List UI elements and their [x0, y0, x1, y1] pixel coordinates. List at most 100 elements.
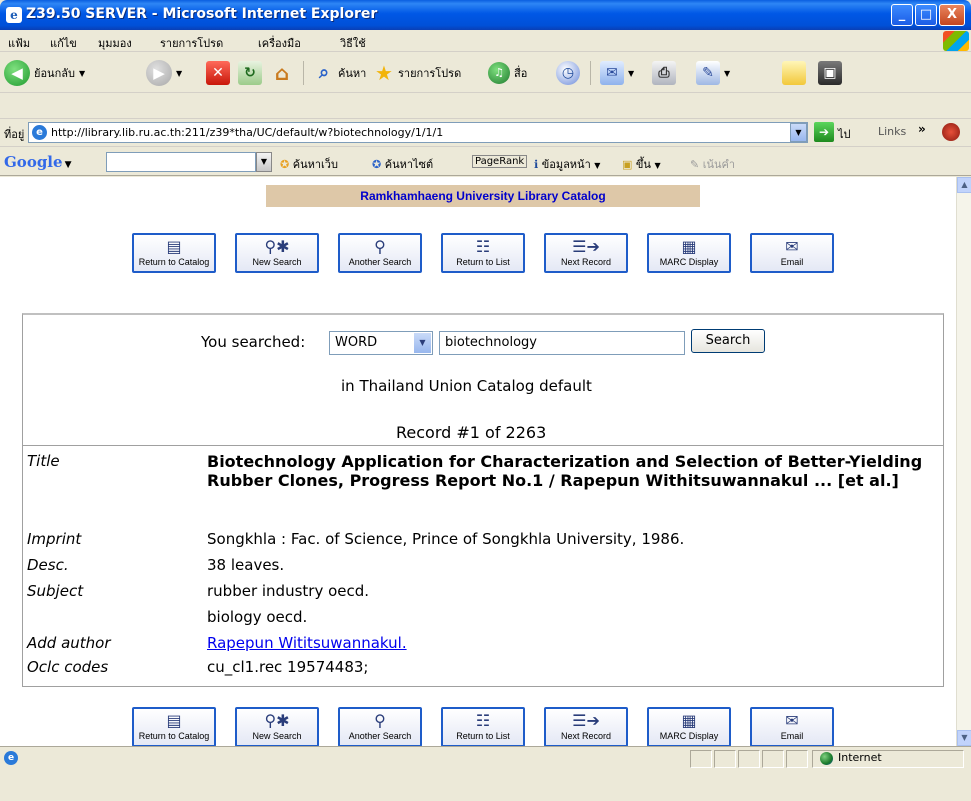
up-button[interactable]: ▣ ขึ้น ▼ [622, 155, 661, 173]
mail-button[interactable]: ✉ ▼ [600, 59, 634, 87]
forward-dropdown-icon[interactable]: ▼ [176, 69, 182, 78]
marc-display-icon: ▦ [681, 711, 697, 730]
back-button[interactable]: ◀ ย้อนกลับ ▼ [4, 59, 85, 87]
email-icon: ✉ [785, 711, 799, 730]
highlight-button[interactable]: ✎ เน้นคำ [690, 155, 735, 173]
home-button[interactable]: ⌂ [270, 59, 294, 87]
google-dropdown-icon[interactable]: ▼ [65, 160, 72, 170]
menu-help[interactable]: วิธีใช้ [340, 34, 366, 52]
addon-icon[interactable] [942, 123, 960, 141]
minimize-button[interactable]: _ [891, 4, 913, 26]
magnifier-icon: ⚲ [374, 711, 386, 730]
another-search-button[interactable]: ⚲ Another Search [338, 233, 422, 273]
address-dropdown-icon[interactable]: ▼ [790, 123, 807, 142]
zone-segment [812, 750, 964, 768]
go-label[interactable]: ไป [838, 125, 851, 143]
search-site-button[interactable]: ✪ ค้นหาไซต์ [372, 155, 433, 173]
status-segment [714, 750, 736, 768]
print-button[interactable]: ⎙ [652, 59, 676, 87]
links-label[interactable]: Links [878, 125, 906, 138]
page-info-button[interactable]: ℹ ข้อมูลหน้า ▼ [534, 155, 600, 173]
window-titlebar: e Z39.50 SERVER - Microsoft Internet Exp… [0, 0, 971, 30]
desc-label: Desc. [27, 556, 69, 574]
return-to-catalog-icon: ▤ [166, 711, 182, 730]
standard-toolbar: ◀ ย้อนกลับ ▼ ▶ ▼ ✕ ↻ ⌂ ⌕ ค้นหา ★ รายการโ… [0, 53, 971, 93]
status-segment [690, 750, 712, 768]
favorites-button[interactable]: ★ รายการโปรด [372, 59, 461, 87]
subject-value-1: rubber industry oecd. [207, 582, 370, 600]
forward-arrow-icon: ▶ [146, 60, 172, 86]
menu-tools[interactable]: เครื่องมือ [258, 34, 301, 52]
search-button[interactable]: ⌕ ค้นหา [312, 59, 366, 87]
return-to-list-icon: ☷ [475, 711, 491, 730]
search-web-icon: ✪ [280, 158, 290, 171]
google-input-dropdown-icon[interactable]: ▼ [256, 152, 272, 172]
next-record-button-bottom[interactable]: ☰➔ Next Record [544, 707, 628, 746]
status-segment [762, 750, 784, 768]
search-type-select[interactable]: WORD ▼ [329, 331, 433, 355]
author-link[interactable]: Rapepun Wititsuwannakul. [207, 634, 407, 653]
next-record-button[interactable]: ☰➔ Next Record [544, 233, 628, 273]
record-details: Title Biotechnology Application for Char… [23, 445, 943, 676]
next-record-icon: ☰➔ [572, 237, 600, 256]
mail-dropdown-icon[interactable]: ▼ [628, 69, 634, 78]
menu-edit[interactable]: แก้ไข [50, 34, 77, 52]
menu-file[interactable]: แฟ้ม [8, 34, 30, 52]
research-icon: ▣ [818, 61, 842, 85]
page-content: Ramkhamhaeng University Library Catalog … [0, 177, 956, 746]
new-search-button-bottom[interactable]: ⚲✱ New Search [235, 707, 319, 746]
google-search-input[interactable] [106, 152, 256, 172]
ie-app-icon: e [6, 7, 22, 23]
scroll-up-icon[interactable]: ▲ [957, 177, 971, 193]
email-button-bottom[interactable]: ✉ Email [750, 707, 834, 746]
close-button[interactable]: X [939, 4, 965, 26]
email-icon: ✉ [785, 237, 799, 256]
marc-display-button[interactable]: ▦ MARC Display [647, 233, 731, 273]
email-button[interactable]: ✉ Email [750, 233, 834, 273]
forward-button[interactable]: ▶ ▼ [146, 59, 182, 87]
edit-dropdown-icon[interactable]: ▼ [724, 69, 730, 78]
vertical-scrollbar[interactable]: ▲ ▼ [956, 177, 971, 746]
go-arrow-icon[interactable]: ➔ [814, 122, 834, 142]
mail-icon: ✉ [600, 61, 624, 85]
windows-logo-icon [943, 31, 969, 51]
return-to-catalog-icon: ▤ [166, 237, 182, 256]
marc-display-button-bottom[interactable]: ▦ MARC Display [647, 707, 731, 746]
printer-icon: ⎙ [652, 61, 676, 85]
new-search-button[interactable]: ⚲✱ New Search [235, 233, 319, 273]
back-dropdown-icon[interactable]: ▼ [79, 69, 85, 78]
refresh-button[interactable]: ↻ [238, 59, 262, 87]
media-button[interactable]: ♫ สื่อ [488, 59, 527, 87]
return-to-list-button-bottom[interactable]: ☷ Return to List [441, 707, 525, 746]
menu-view[interactable]: มุมมอง [98, 34, 132, 52]
scroll-down-icon[interactable]: ▼ [957, 730, 971, 746]
messenger-button[interactable]: ▣ [818, 59, 842, 87]
star-icon: ★ [375, 61, 393, 85]
return-to-catalog-button[interactable]: ▤ Return to Catalog [132, 233, 216, 273]
search-query-input[interactable]: biotechnology [439, 331, 685, 355]
search-form: You searched: WORD ▼ biotechnology Searc… [23, 325, 943, 355]
edit-page-icon: ✎ [696, 61, 720, 85]
search-web-button[interactable]: ✪ ค้นหาเว็บ [280, 155, 338, 173]
maximize-button[interactable]: □ [915, 4, 937, 26]
address-field[interactable]: e http://library.lib.ru.ac.th:211/z39*th… [28, 122, 808, 143]
history-button[interactable]: ◷ [556, 59, 580, 87]
menu-favorites[interactable]: รายการโปรด [160, 34, 223, 52]
security-zone: Internet [838, 751, 882, 764]
return-to-list-button[interactable]: ☷ Return to List [441, 233, 525, 273]
pagerank-indicator: PageRank [472, 155, 528, 168]
address-bar: ที่อยู่ e http://library.lib.ru.ac.th:21… [0, 119, 971, 147]
discuss-button[interactable] [782, 59, 806, 87]
back-label: ย้อนกลับ [34, 67, 75, 80]
google-logo[interactable]: Google ▼ [4, 153, 71, 171]
search-submit-button[interactable]: Search [691, 329, 765, 353]
record-count: Record #1 of 2263 [396, 423, 547, 442]
address-url: http://library.lib.ru.ac.th:211/z39*tha/… [51, 126, 444, 139]
status-segment [786, 750, 808, 768]
edit-button[interactable]: ✎ ▼ [696, 59, 730, 87]
another-search-button-bottom[interactable]: ⚲ Another Search [338, 707, 422, 746]
new-search-icon: ⚲✱ [264, 237, 290, 256]
stop-button[interactable]: ✕ [206, 59, 230, 87]
links-chevron-icon[interactable]: » [918, 122, 926, 136]
return-to-catalog-button-bottom[interactable]: ▤ Return to Catalog [132, 707, 216, 746]
